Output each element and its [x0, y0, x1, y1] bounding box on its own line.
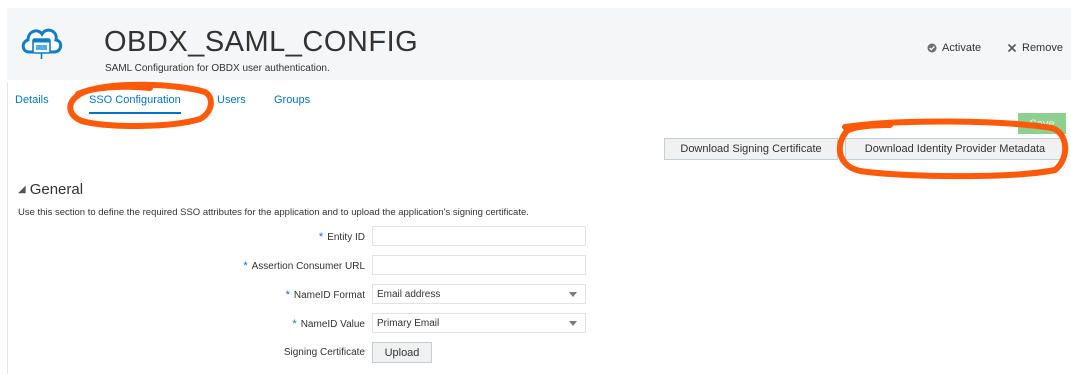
chevron-down-icon — [569, 321, 577, 326]
required-mark: * — [285, 289, 290, 301]
assertion-consumer-url-input[interactable] — [372, 255, 586, 275]
nameid-format-select[interactable]: Email address — [372, 284, 586, 304]
tab-bar: Details SSO Configuration Users Groups — [7, 88, 707, 114]
tab-groups[interactable]: Groups — [274, 94, 310, 106]
check-circle-icon — [927, 43, 937, 53]
remove-label: Remove — [1022, 42, 1063, 54]
nameid-format-value: Email address — [377, 288, 441, 300]
section-description: Use this section to define the required … — [18, 207, 529, 218]
required-mark: * — [292, 318, 297, 330]
cloud-app-icon — [21, 28, 63, 59]
download-signing-certificate-button[interactable]: Download Signing Certificate — [664, 138, 838, 160]
required-mark: * — [318, 231, 324, 243]
activate-button[interactable]: Activate — [927, 42, 981, 54]
tab-users[interactable]: Users — [217, 94, 246, 106]
nameid-format-label: * NameID Format — [285, 289, 365, 301]
upload-button[interactable]: Upload — [372, 342, 432, 363]
remove-button[interactable]: Remove — [1007, 42, 1063, 54]
content-border — [7, 82, 8, 374]
triangle-down-icon[interactable]: ◢ — [18, 184, 26, 195]
chevron-down-icon — [569, 292, 577, 297]
assertion-consumer-url-label: * Assertion Consumer URL — [243, 260, 365, 272]
download-idp-metadata-button[interactable]: Download Identity Provider Metadata — [845, 138, 1065, 160]
app-header: OBDX_SAML_CONFIG SAML Configuration for … — [7, 8, 1071, 80]
activate-label: Activate — [942, 42, 982, 54]
section-general-header[interactable]: ◢ General — [18, 181, 83, 198]
entity-id-label: * Entity ID — [318, 231, 365, 243]
save-button[interactable]: Save — [1018, 113, 1066, 134]
section-general-title: General — [29, 181, 84, 198]
signing-certificate-label: Signing Certificate — [283, 347, 365, 358]
nameid-value-label: * NameID Value — [292, 318, 365, 330]
page-subtitle: SAML Configuration for OBDX user authent… — [105, 63, 330, 74]
nameid-value-value: Primary Email — [377, 317, 440, 329]
tab-details[interactable]: Details — [15, 94, 49, 106]
page-title: OBDX_SAML_CONFIG — [104, 26, 419, 58]
required-mark: * — [243, 260, 248, 272]
nameid-value-select[interactable]: Primary Email — [372, 313, 586, 333]
x-icon — [1007, 43, 1017, 53]
entity-id-input[interactable] — [372, 226, 586, 246]
tab-sso-configuration[interactable]: SSO Configuration — [89, 94, 181, 114]
